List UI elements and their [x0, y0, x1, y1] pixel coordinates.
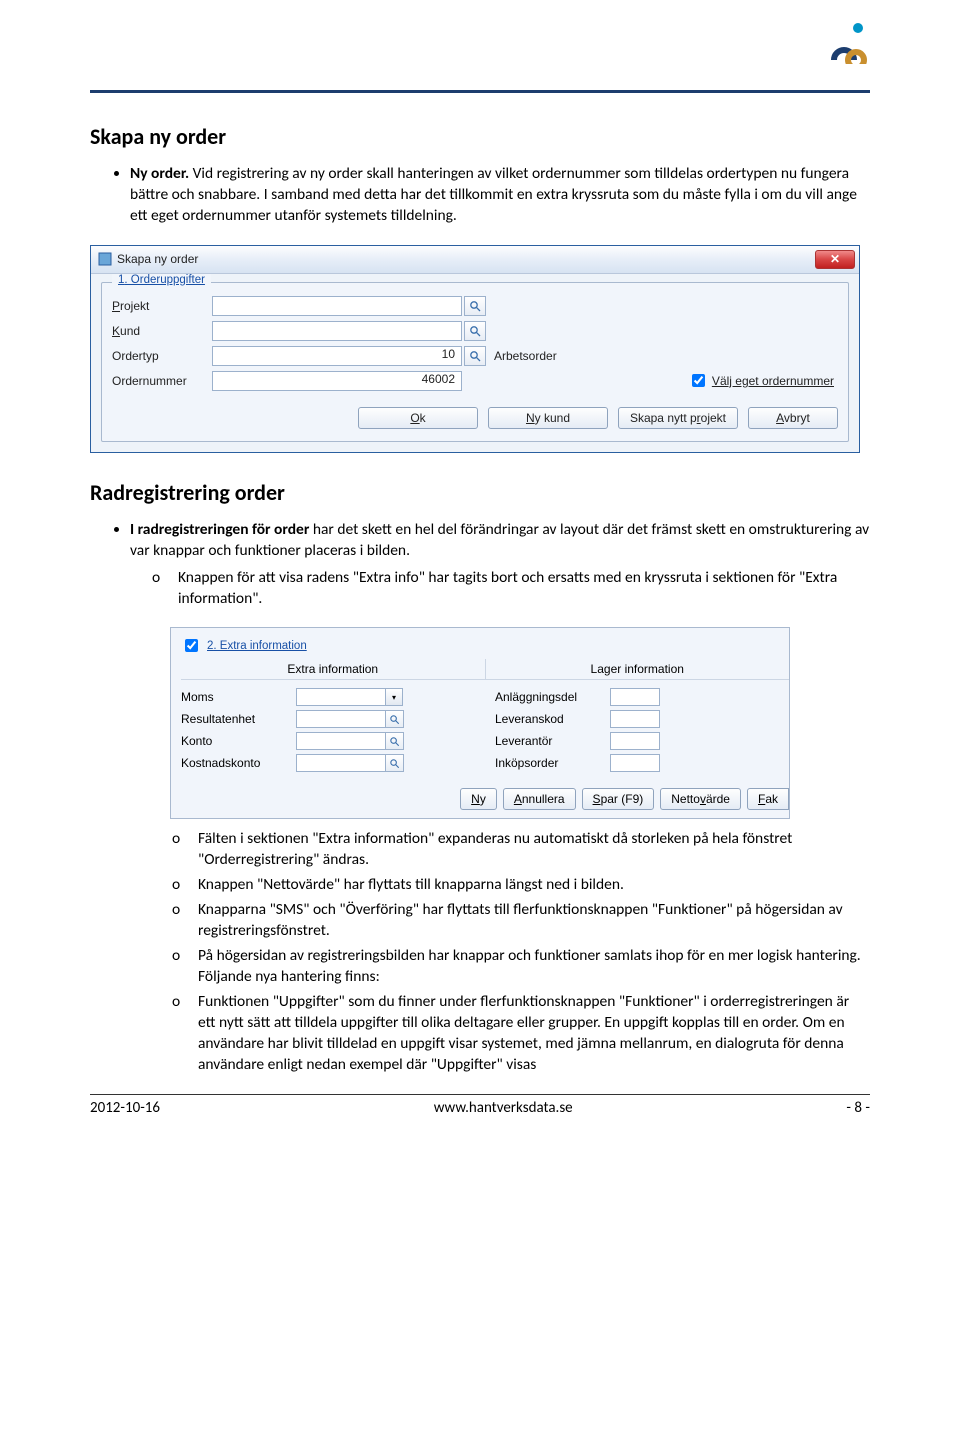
moms-input[interactable]	[296, 688, 386, 706]
label-ordertyp: Ordertyp	[112, 349, 212, 363]
close-button[interactable]: ✕	[815, 250, 855, 269]
section-heading-skapa: Skapa ny order	[90, 123, 870, 150]
avbryt-button[interactable]: Avbryt	[748, 407, 838, 429]
tab-orderuppgifter[interactable]: 1. Orderuppgifter	[112, 274, 211, 286]
konto-input[interactable]	[296, 732, 386, 750]
ok-button[interactable]: Ok	[358, 407, 478, 429]
sub-bullet-nettovarde: Knappen "Nettovärde" har flyttats till k…	[172, 875, 870, 896]
skapa-nytt-projekt-button[interactable]: Skapa nytt projekt	[618, 407, 738, 429]
panel-extra-information: 2. Extra information Extra information L…	[170, 627, 790, 819]
sub-bullet-expand: Fälten i sektionen "Extra information" e…	[172, 829, 870, 871]
search-icon	[389, 758, 400, 769]
bullet-radregistrering: I radregistreringen för order har det sk…	[130, 520, 870, 610]
header-lager-information: Lager information	[486, 659, 790, 679]
kostnadskonto-lookup-button[interactable]	[386, 754, 404, 772]
label-ordernummer: Ordernummer	[112, 374, 212, 388]
kostnadskonto-input[interactable]	[296, 754, 386, 772]
label-kund: Kund	[112, 324, 212, 338]
label-inkopsorder: Inköpsorder	[495, 756, 610, 770]
ordertyp-after-label: Arbetsorder	[494, 349, 557, 363]
footer-divider	[90, 1094, 870, 1095]
inkopsorder-input[interactable]	[610, 754, 660, 772]
annullera-button[interactable]: Annullera	[503, 788, 576, 810]
close-icon: ✕	[830, 252, 840, 266]
footer-url: www.hantverksdata.se	[434, 1099, 573, 1117]
ordertyp-lookup-button[interactable]	[464, 346, 486, 366]
label-moms: Moms	[181, 690, 296, 704]
brand-logo	[826, 20, 870, 69]
sub-bullet-extra-info-knapp: Knappen för att visa radens "Extra info"…	[152, 568, 870, 610]
moms-dropdown-button[interactable]: ▾	[386, 688, 403, 706]
label-resultatenhet: Resultatenhet	[181, 712, 296, 726]
ny-button[interactable]: Ny	[460, 788, 497, 810]
leveranskod-input[interactable]	[610, 710, 660, 728]
nettovarde-button[interactable]: Nettovärde	[660, 788, 741, 810]
ordernummer-input[interactable]: 46002	[212, 371, 462, 391]
spar-button[interactable]: Spar (F9)	[582, 788, 655, 810]
search-icon	[389, 714, 400, 725]
ny-kund-button[interactable]: Ny kund	[488, 407, 608, 429]
projekt-input[interactable]	[212, 296, 462, 316]
header-divider	[90, 90, 870, 93]
header-extra-information: Extra information	[181, 659, 486, 679]
fak-button[interactable]: Fak	[747, 788, 789, 810]
footer-date: 2012-10-16	[90, 1099, 160, 1117]
label-projekt: Projekt	[112, 299, 212, 313]
tab-extra-information[interactable]: 2. Extra information	[207, 640, 307, 652]
kund-lookup-button[interactable]	[464, 321, 486, 341]
search-icon	[389, 736, 400, 747]
label-anlaggningsdel: Anläggningsdel	[495, 690, 610, 704]
label-leveranskod: Leveranskod	[495, 712, 610, 726]
leverantor-input[interactable]	[610, 732, 660, 750]
projekt-lookup-button[interactable]	[464, 296, 486, 316]
label-kostnadskonto: Kostnadskonto	[181, 756, 296, 770]
ordertyp-input[interactable]: 10	[212, 346, 462, 366]
resultatenhet-input[interactable]	[296, 710, 386, 728]
extra-information-toggle-checkbox[interactable]	[185, 639, 198, 652]
label-konto: Konto	[181, 734, 296, 748]
sub-bullet-uppgifter: Funktionen "Uppgifter" som du finner und…	[172, 992, 870, 1076]
footer-page-number: - 8 -	[846, 1099, 870, 1117]
valj-eget-ordernummer-label[interactable]: Välj eget ordernummer	[712, 374, 834, 388]
sub-bullet-sms-overforing: Knapparna "SMS" och "Överföring" har fly…	[172, 900, 870, 942]
bullet-ny-order: Ny order. Vid registrering av ny order s…	[130, 164, 870, 227]
anlaggningsdel-input[interactable]	[610, 688, 660, 706]
search-icon	[469, 325, 481, 337]
section-heading-radregistrering: Radregistrering order	[90, 479, 870, 506]
valj-eget-ordernummer-checkbox[interactable]	[692, 374, 705, 387]
konto-lookup-button[interactable]	[386, 732, 404, 750]
app-icon	[97, 251, 113, 267]
resultatenhet-lookup-button[interactable]	[386, 710, 404, 728]
window-title: Skapa ny order	[117, 252, 815, 266]
page-footer: 2012-10-16 www.hantverksdata.se - 8 -	[90, 1097, 870, 1127]
search-icon	[469, 300, 481, 312]
search-icon	[469, 350, 481, 362]
sub-bullet-hogersidan: På högersidan av registreringsbilden har…	[172, 946, 870, 988]
dialog-skapa-ny-order: Skapa ny order ✕ 1. Orderuppgifter Proje…	[90, 245, 860, 453]
label-leverantor: Leverantör	[495, 734, 610, 748]
chevron-down-icon: ▾	[392, 693, 396, 702]
kund-input[interactable]	[212, 321, 462, 341]
window-titlebar[interactable]: Skapa ny order ✕	[91, 246, 859, 274]
